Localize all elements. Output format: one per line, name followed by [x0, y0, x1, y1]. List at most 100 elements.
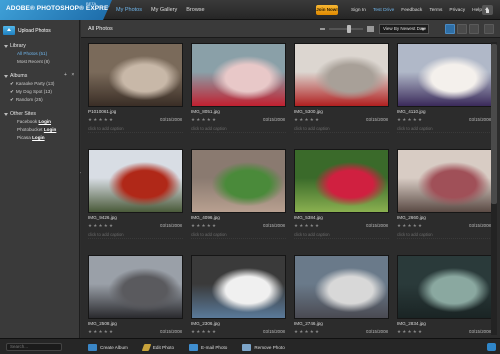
photo-card[interactable]: IMG_2746.jpg★★★★★03/15/2008click to add …	[294, 255, 390, 350]
detail-view-icon[interactable]	[457, 24, 467, 34]
rating-stars[interactable]: ★★★★★	[191, 117, 217, 123]
test-drive-link[interactable]: Test Drive	[373, 8, 394, 13]
sidebar-item-all-photos[interactable]: All Photos (51)	[17, 51, 47, 56]
photo-date: 03/15/2008	[366, 223, 388, 228]
rating-stars[interactable]: ★★★★★	[88, 117, 114, 123]
brand-name: ADOBE® PHOTOSHOP® EXPRESS	[6, 5, 118, 12]
photo-thumbnail[interactable]	[88, 43, 183, 107]
photo-filename: IMG_5384.jpg	[294, 215, 323, 220]
app-window: ADOBE® PHOTOSHOP® EXPRESS BETA My Photos…	[0, 0, 500, 354]
upload-label: Upload Photos	[18, 27, 51, 34]
create-album-button[interactable]: Create Album	[88, 343, 128, 351]
caption-field[interactable]: click to add caption	[88, 232, 183, 239]
photo-thumbnail[interactable]	[88, 255, 183, 319]
brand-logo[interactable]: ADOBE® PHOTOSHOP® EXPRESS BETA	[0, 0, 112, 20]
sidebar-item-most-recent[interactable]: Most Recent (8)	[17, 59, 50, 64]
join-now-button[interactable]: Join Now!	[316, 5, 338, 15]
photo-thumbnail[interactable]	[397, 43, 492, 107]
library-heading[interactable]: Library	[4, 43, 26, 49]
facebook-login-link[interactable]: Login	[38, 119, 51, 124]
photo-card[interactable]: IMG_2660.jpg ★★★★★ 03/15/2008 click to add …	[397, 149, 493, 244]
email-photo-button[interactable]: E-mail Photo	[189, 343, 227, 351]
rating-stars[interactable]: ★★★★★	[88, 329, 114, 335]
zoom-slider[interactable]	[329, 28, 363, 30]
picasa-login-link[interactable]: Login	[32, 135, 45, 140]
album-tools: + ×	[64, 72, 74, 78]
zoom-out-icon[interactable]	[320, 28, 325, 30]
caption-field[interactable]: click to add caption	[88, 126, 183, 133]
info-icon[interactable]	[487, 343, 496, 351]
caption-field[interactable]: click to add caption	[294, 126, 389, 133]
sort-dropdown[interactable]: View By Newest Date	[379, 24, 429, 34]
rating-stars[interactable]: ★★★★★	[88, 223, 114, 229]
feedback-link[interactable]: Feedback	[401, 8, 422, 13]
edit-photo-button[interactable]: Edit Photo	[141, 343, 174, 351]
tab-my-photos[interactable]: My Photos	[116, 7, 142, 13]
expand-triangle-icon	[4, 44, 8, 48]
photo-card[interactable]: IMG_5300.jpg ★★★★★ 03/15/2008 click to add …	[294, 43, 390, 138]
rating-stars[interactable]: ★★★★★	[397, 223, 423, 229]
other-sites-heading[interactable]: Other Sites	[4, 111, 36, 117]
photo-thumbnail[interactable]	[397, 255, 492, 319]
tab-my-gallery[interactable]: My Gallery	[151, 7, 177, 13]
zoom-slider-handle[interactable]	[347, 25, 351, 33]
photo-thumbnail[interactable]	[294, 149, 389, 213]
photo-card[interactable]: IMG_4096.jpg ★★★★★ 03/15/2008 click to add …	[191, 149, 287, 244]
sidebar: Upload Photos Library All Photos (51) Mo…	[0, 20, 80, 338]
caption-field[interactable]: click to add caption	[397, 126, 492, 133]
sign-in-link[interactable]: Sign In	[351, 8, 366, 13]
photo-date: 03/15/2008	[469, 329, 491, 334]
photo-card[interactable]: IMG_4110.jpg ★★★★★ 03/15/2008 click to add …	[397, 43, 493, 138]
zoom-in-icon[interactable]	[367, 26, 374, 32]
fullscreen-icon[interactable]	[469, 24, 479, 34]
remove-album-icon[interactable]: ×	[71, 72, 74, 78]
rating-stars[interactable]: ★★★★★	[294, 223, 320, 229]
upload-photos-button[interactable]: Upload Photos	[3, 24, 77, 37]
caption-field[interactable]: click to add caption	[397, 232, 492, 239]
grid-view-icon[interactable]	[445, 24, 455, 34]
check-icon: ✔	[10, 97, 14, 102]
search-input[interactable]: Search...	[6, 343, 62, 351]
grid-scrollbar-thumb[interactable]	[491, 44, 497, 204]
photo-card[interactable]: IMG_2306.jpg★★★★★03/15/2008click to add …	[191, 255, 287, 350]
add-album-icon[interactable]: +	[64, 72, 67, 78]
photo-thumbnail[interactable]	[294, 43, 389, 107]
caption-field[interactable]: click to add caption	[294, 232, 389, 239]
tab-browse[interactable]: Browse	[186, 7, 204, 13]
photo-browser: All Photos View By Newest Date P1010061.…	[81, 20, 500, 345]
photo-card[interactable]: IMG_2834.jpg★★★★★03/15/2008click to add …	[397, 255, 493, 350]
sidebar-item-album[interactable]: ✔ Random (25)	[10, 97, 43, 103]
photo-actions: Create Album Edit Photo E-mail Photo Rem…	[88, 339, 285, 354]
photo-date: 03/15/2008	[366, 329, 388, 334]
home-icon[interactable]	[482, 5, 493, 15]
photo-thumbnail[interactable]	[397, 149, 492, 213]
refresh-icon[interactable]	[484, 24, 494, 34]
rating-stars[interactable]: ★★★★★	[397, 117, 423, 123]
albums-heading[interactable]: Albums	[4, 73, 27, 79]
caption-field[interactable]: click to add caption	[191, 126, 286, 133]
photo-card[interactable]: IMG_8051.jpg ★★★★★ 03/15/2008 click to add …	[191, 43, 287, 138]
photo-thumbnail[interactable]	[88, 149, 183, 213]
photo-thumbnail[interactable]	[191, 149, 286, 213]
sidebar-item-album[interactable]: ✔ My Dog Spot (13)	[10, 89, 52, 95]
rating-stars[interactable]: ★★★★★	[294, 117, 320, 123]
rating-stars[interactable]: ★★★★★	[191, 329, 217, 335]
sidebar-item-album[interactable]: ✔ Karaoke Party (13)	[10, 81, 54, 87]
photo-card[interactable]: IMG_5384.jpg ★★★★★ 03/15/2008 click to add …	[294, 149, 390, 244]
photo-card[interactable]: IMG_9426.jpg ★★★★★ 03/15/2008 click to add …	[88, 149, 184, 244]
photo-card[interactable]: P1010061.jpg ★★★★★ 03/15/2008 click to add …	[88, 43, 184, 138]
photobucket-login-link[interactable]: Login	[44, 127, 57, 132]
rating-stars[interactable]: ★★★★★	[294, 329, 320, 335]
terms-link[interactable]: Terms	[429, 8, 442, 13]
photo-grid: P1010061.jpg ★★★★★ 03/15/2008 click to add …	[88, 43, 492, 345]
caption-field[interactable]: click to add caption	[191, 232, 286, 239]
photo-thumbnail[interactable]	[191, 255, 286, 319]
privacy-link[interactable]: Privacy	[449, 8, 465, 13]
photo-filename: IMG_2306.jpg	[191, 321, 220, 326]
photo-card[interactable]: IMG_2508.jpg★★★★★03/15/2008click to add …	[88, 255, 184, 350]
rating-stars[interactable]: ★★★★★	[397, 329, 423, 335]
remove-photo-button[interactable]: Remove Photo	[242, 343, 285, 351]
photo-thumbnail[interactable]	[294, 255, 389, 319]
photo-thumbnail[interactable]	[191, 43, 286, 107]
rating-stars[interactable]: ★★★★★	[191, 223, 217, 229]
